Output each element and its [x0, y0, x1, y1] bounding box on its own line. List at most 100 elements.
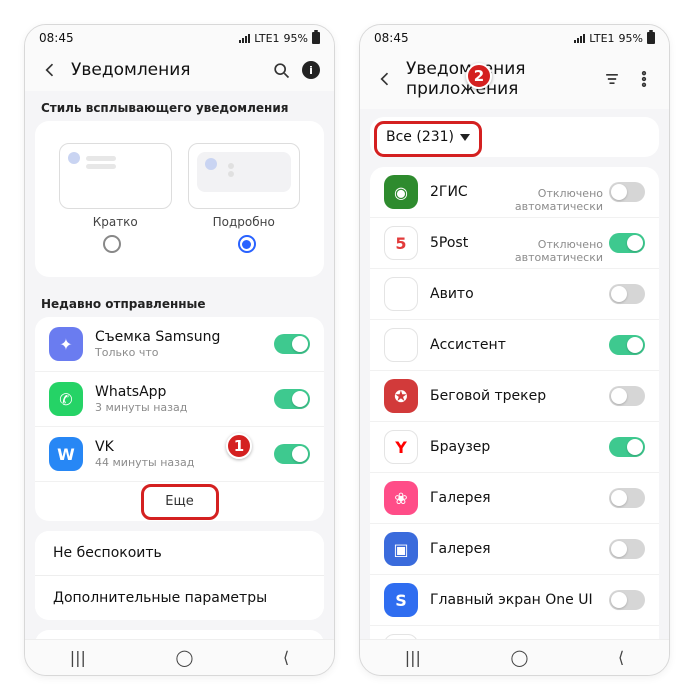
- navbar: ||| ◯ ⟨: [360, 639, 669, 675]
- phone-right: 08:45 LTE1 95% Уведомления приложения 2 …: [359, 24, 670, 676]
- style-card: Кратко Подробно: [35, 121, 324, 277]
- sort-icon[interactable]: [601, 68, 623, 90]
- toggle[interactable]: [609, 539, 645, 559]
- radio-detail[interactable]: [238, 235, 256, 253]
- nav-recent-icon[interactable]: |||: [70, 648, 86, 667]
- app-name: WhatsApp: [95, 384, 262, 400]
- toggle[interactable]: [609, 488, 645, 508]
- battery-icon: [312, 32, 320, 44]
- app-icon: ◉: [384, 175, 418, 209]
- info-icon[interactable]: i: [302, 61, 320, 79]
- toggle[interactable]: [609, 590, 645, 610]
- app-icon: Y: [384, 430, 418, 464]
- app-icon: ✪: [384, 379, 418, 413]
- app-name: Галерея: [430, 490, 597, 506]
- style-option-detail[interactable]: Подробно: [188, 143, 301, 229]
- toggle[interactable]: [609, 335, 645, 355]
- app-icon: W: [49, 437, 83, 471]
- style-preview-detail: [188, 143, 301, 209]
- recent-row[interactable]: ✦ Съемка SamsungТолько что: [35, 317, 324, 371]
- toggle[interactable]: [274, 334, 310, 354]
- style-option-brief[interactable]: Кратко: [59, 143, 172, 229]
- app-name: Съемка Samsung: [95, 329, 262, 345]
- filter-label: Все (231): [386, 129, 454, 145]
- status-batt-pct: 95%: [284, 32, 308, 45]
- app-name: VK: [95, 439, 262, 455]
- page-title: Уведомления приложения: [406, 59, 591, 99]
- app-icon: ✆: [49, 382, 83, 416]
- filter-dropdown[interactable]: Все (231): [370, 117, 659, 157]
- other-card: Ищете что-то другое?: [35, 630, 324, 639]
- header: Уведомления i: [25, 51, 334, 91]
- app-icon: ⌂: [384, 634, 418, 639]
- app-name: Галерея: [430, 541, 597, 557]
- recent-row[interactable]: W VK44 минуты назад: [35, 426, 324, 481]
- app-icon: S: [384, 583, 418, 617]
- recent-row[interactable]: ✆ WhatsApp3 минуты назад: [35, 371, 324, 426]
- toggle[interactable]: [609, 437, 645, 457]
- app-row[interactable]: ❀ Галерея: [370, 472, 659, 523]
- more-label: Еще: [165, 494, 193, 509]
- section-recent: Недавно отправленные: [25, 287, 334, 317]
- radio-brief[interactable]: [103, 235, 121, 253]
- app-row[interactable]: S Главный экран One UI: [370, 574, 659, 625]
- app-row[interactable]: ⌂Госуслуги: [370, 625, 659, 639]
- search-icon[interactable]: [270, 59, 292, 81]
- dnd-row[interactable]: Не беспокоить: [35, 531, 324, 575]
- battery-icon: [647, 32, 655, 44]
- advanced-row[interactable]: Дополнительные параметры: [35, 575, 324, 620]
- app-row[interactable]: Y Браузер: [370, 421, 659, 472]
- app-sub: 3 минуты назад: [95, 401, 262, 414]
- nav-back-icon[interactable]: ⟨: [283, 648, 289, 667]
- style-detail-label: Подробно: [213, 215, 275, 229]
- other-row[interactable]: Ищете что-то другое?: [35, 630, 324, 639]
- app-icon: ▣: [384, 532, 418, 566]
- section-style: Стиль всплывающего уведомления: [25, 91, 334, 121]
- more-button[interactable]: Еще: [35, 481, 324, 521]
- app-row[interactable]: ✦ Ассистент: [370, 319, 659, 370]
- app-sub: Только что: [95, 346, 262, 359]
- toggle[interactable]: [609, 284, 645, 304]
- status-bar: 08:45 LTE1 95%: [25, 25, 334, 51]
- status-batt-pct: 95%: [619, 32, 643, 45]
- app-row[interactable]: ✪ Беговой трекер: [370, 370, 659, 421]
- nav-home-icon[interactable]: ◯: [510, 648, 528, 667]
- status-net: LTE1: [254, 32, 279, 45]
- app-row[interactable]: ◉2ГИСОтключено автоматически: [370, 167, 659, 217]
- phone-left: 08:45 LTE1 95% Уведомления i Стиль всплы…: [24, 24, 335, 676]
- header: Уведомления приложения 2: [360, 51, 669, 109]
- back-icon[interactable]: [374, 68, 396, 90]
- app-name: Браузер: [430, 439, 597, 455]
- toggle[interactable]: [274, 444, 310, 464]
- nav-home-icon[interactable]: ◯: [175, 648, 193, 667]
- nav-recent-icon[interactable]: |||: [405, 648, 421, 667]
- toggle[interactable]: [609, 386, 645, 406]
- style-brief-label: Кратко: [93, 215, 138, 229]
- recent-card: ✦ Съемка SamsungТолько что ✆ WhatsApp3 мину…: [35, 317, 324, 521]
- toggle[interactable]: [609, 182, 645, 202]
- toggle[interactable]: [609, 233, 645, 253]
- navbar: ||| ◯ ⟨: [25, 639, 334, 675]
- app-icon: ❀: [384, 481, 418, 515]
- nav-back-icon[interactable]: ⟨: [618, 648, 624, 667]
- app-row[interactable]: ⁘ Авито: [370, 268, 659, 319]
- app-name: Ассистент: [430, 337, 597, 353]
- app-icon: ✦: [49, 327, 83, 361]
- style-preview-brief: [59, 143, 172, 209]
- app-row[interactable]: ▣ Галерея: [370, 523, 659, 574]
- app-icon: ⁘: [384, 277, 418, 311]
- content: Стиль всплывающего уведомления Кратко По…: [25, 91, 334, 639]
- app-name: Беговой трекер: [430, 388, 597, 404]
- back-icon[interactable]: [39, 59, 61, 81]
- app-name: Главный экран One UI: [430, 592, 597, 608]
- app-icon: ✦: [384, 328, 418, 362]
- app-auto-label: Отключено автоматически: [463, 187, 603, 213]
- app-row[interactable]: 55PostОтключено автоматически: [370, 217, 659, 268]
- app-sub: 44 минуты назад: [95, 456, 262, 469]
- app-icon: 5: [384, 226, 418, 260]
- more-icon[interactable]: [633, 68, 655, 90]
- signal-icon: [574, 34, 585, 43]
- toggle[interactable]: [274, 389, 310, 409]
- app-name: Авито: [430, 286, 597, 302]
- status-net: LTE1: [589, 32, 614, 45]
